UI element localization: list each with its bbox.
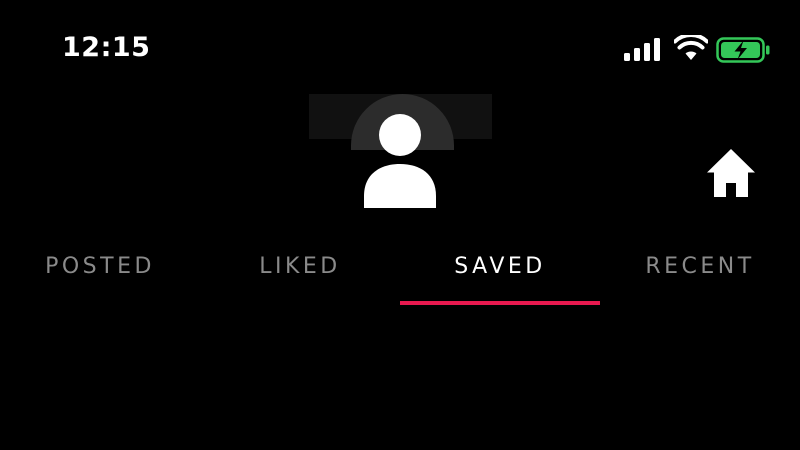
tab-saved[interactable]: SAVED [400,254,600,294]
tab-liked[interactable]: LIKED [200,254,400,294]
profile-tabs: POSTED LIKED SAVED RECENT [0,240,800,310]
home-icon [707,149,755,197]
home-button[interactable] [704,146,758,200]
battery-charging-icon [716,37,770,63]
status-time: 12:15 [62,32,151,63]
tab-recent[interactable]: RECENT [600,254,800,294]
cellular-signal-icon [624,38,660,61]
active-tab-indicator [400,301,600,305]
status-bar: 12:15 [0,0,800,96]
tab-posted[interactable]: POSTED [0,254,200,294]
status-icons [624,34,774,64]
person-icon[interactable] [360,112,440,212]
wifi-icon [674,35,708,60]
